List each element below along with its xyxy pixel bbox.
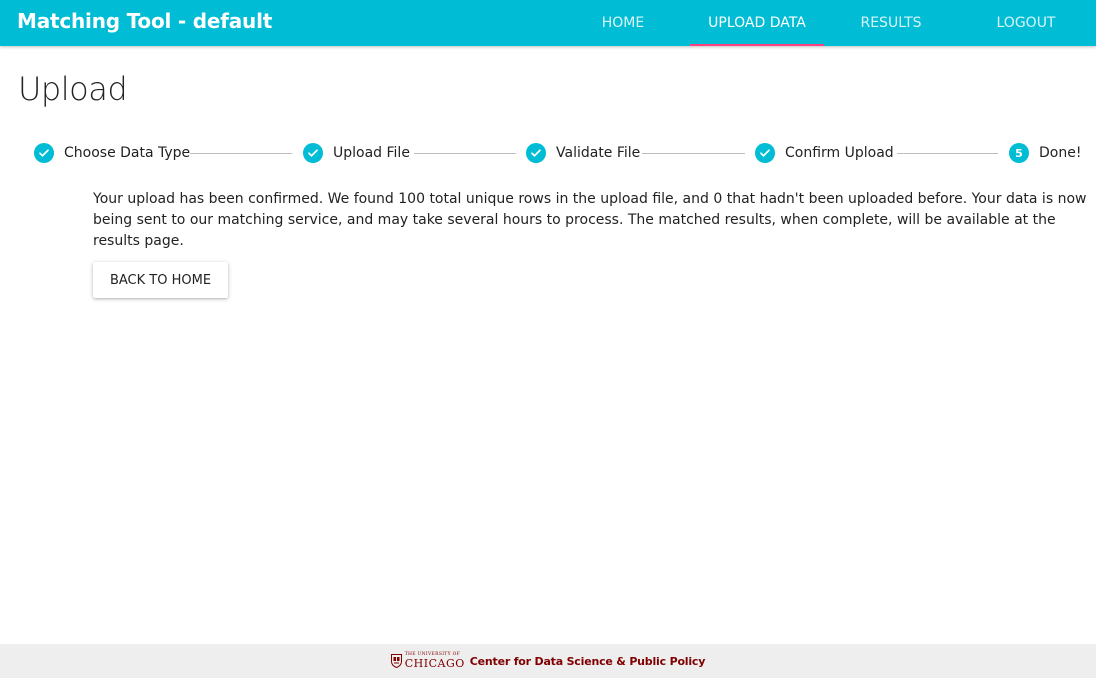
step-connector — [414, 153, 516, 154]
step-connector — [897, 153, 998, 154]
step-label: Choose Data Type — [64, 145, 191, 161]
step-number-badge: 5 — [1009, 143, 1029, 163]
footer-brand: THE UNIVERSITY OF CHICAGO Center for Dat… — [390, 653, 706, 669]
back-to-home-button[interactable]: BACK TO HOME — [93, 262, 228, 298]
step-label: Confirm Upload — [785, 145, 894, 161]
step-upload-file: Upload File — [303, 143, 410, 163]
check-icon — [303, 143, 323, 163]
tab-upload-data[interactable]: UPLOAD DATA — [690, 0, 824, 46]
tab-home-label: HOME — [601, 15, 645, 31]
tab-logout[interactable]: LOGOUT — [958, 0, 1094, 46]
tab-results-label: RESULTS — [860, 15, 922, 31]
page-title: Upload — [18, 70, 128, 108]
footer: THE UNIVERSITY OF CHICAGO Center for Dat… — [0, 644, 1096, 678]
check-icon — [526, 143, 546, 163]
step-label: Done! — [1039, 145, 1082, 161]
step-choose-data-type: Choose Data Type — [34, 143, 190, 163]
check-icon — [755, 143, 775, 163]
check-icon — [34, 143, 54, 163]
active-tab-indicator — [690, 44, 824, 46]
app-title: Matching Tool - default — [17, 9, 273, 33]
tab-logout-label: LOGOUT — [996, 15, 1056, 31]
university-logo: THE UNIVERSITY OF CHICAGO — [405, 653, 465, 669]
tab-results[interactable]: RESULTS — [824, 0, 958, 46]
step-validate-file: Validate File — [526, 143, 640, 163]
tab-home[interactable]: HOME — [556, 0, 690, 46]
confirmation-message: Your upload has been confirmed. We found… — [93, 191, 1087, 249]
app-bar: Matching Tool - default HOME UPLOAD DATA… — [0, 0, 1096, 46]
shield-icon — [390, 654, 402, 668]
tab-upload-data-label: UPLOAD DATA — [708, 15, 806, 31]
step-connector — [190, 153, 292, 154]
logo-big-text: CHICAGO — [404, 656, 465, 670]
step-done: 5 Done! — [1009, 143, 1081, 163]
footer-org-name: Center for Data Science & Public Policy — [469, 654, 706, 668]
step-connector — [642, 153, 745, 154]
step-label: Validate File — [556, 145, 641, 161]
step-label: Upload File — [333, 145, 410, 161]
step-confirm-upload: Confirm Upload — [755, 143, 894, 163]
